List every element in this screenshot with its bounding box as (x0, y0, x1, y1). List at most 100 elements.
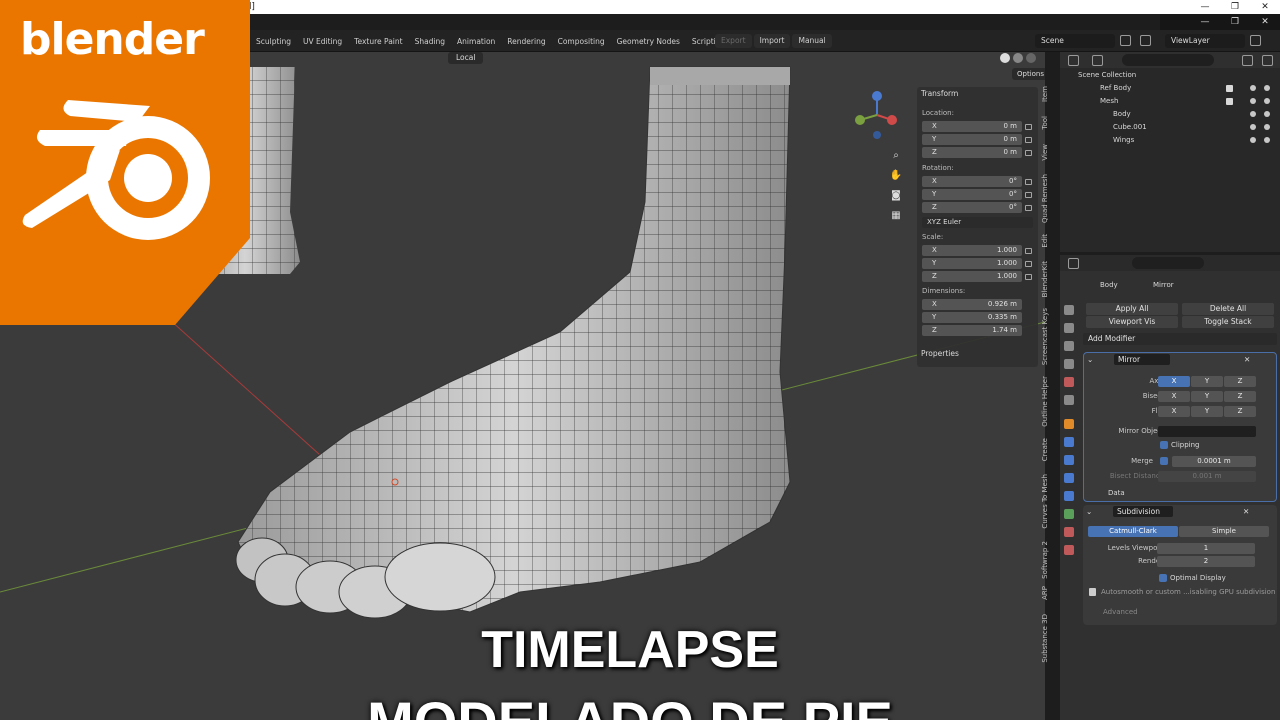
tab-edit[interactable]: Edit (1041, 234, 1055, 248)
physics-tab-icon[interactable] (1064, 473, 1074, 483)
eye-icon[interactable] (1250, 111, 1256, 117)
modifier-wrench-icon[interactable] (1064, 437, 1074, 447)
bisect-x-toggle[interactable]: X (1158, 391, 1190, 402)
outliner-item-mesh[interactable]: Mesh (1100, 95, 1118, 107)
render-tab-icon[interactable] (1064, 323, 1074, 333)
rotation-z-field[interactable]: Z 0° (922, 202, 1022, 213)
mirror-name-field[interactable]: Mirror (1114, 354, 1170, 365)
flip-z-toggle[interactable]: Z (1224, 406, 1256, 417)
texture-tab-icon[interactable] (1064, 545, 1074, 555)
merge-distance-field[interactable]: 0.0001 m (1172, 456, 1256, 467)
location-z-field[interactable]: Z0 m (922, 147, 1022, 158)
delete-scene-icon[interactable] (1140, 35, 1151, 46)
mirror-modifier-header[interactable]: ⌄ Mirror ✕ (1084, 353, 1278, 366)
merge-checkbox[interactable] (1160, 457, 1168, 465)
tab-compositing[interactable]: Compositing (552, 37, 611, 46)
axis-y-toggle[interactable]: Y (1191, 376, 1223, 387)
rendered-shading-icon[interactable] (1026, 53, 1036, 63)
eye-icon[interactable] (1250, 85, 1256, 91)
lock-icon[interactable] (1025, 261, 1032, 267)
tab-curves-to-mesh[interactable]: Curves To Mesh (1041, 474, 1055, 529)
lock-icon[interactable] (1025, 150, 1032, 156)
restore-icon[interactable]: ❐ (1220, 14, 1250, 30)
lock-icon[interactable] (1025, 124, 1032, 130)
viewlayer-selector[interactable]: ViewLayer (1165, 34, 1245, 48)
tab-tool[interactable]: Tool (1041, 116, 1055, 130)
collapse-chevron-icon[interactable]: ⌄ (1086, 505, 1092, 518)
dimensions-x-field[interactable]: X 0.926 m (922, 299, 1022, 310)
scale-x-field[interactable]: X 1.000 (922, 245, 1022, 256)
scene-selector[interactable]: Scene (1035, 34, 1115, 48)
close-icon[interactable]: ✕ (1250, 14, 1280, 30)
tab-quad-remesh[interactable]: Quad Remesh (1041, 174, 1055, 223)
location-x-field[interactable]: X0 m (922, 121, 1022, 132)
add-modifier-dropdown[interactable]: Add Modifier (1083, 333, 1277, 345)
import-button[interactable]: Import (753, 34, 791, 48)
data-tab-icon[interactable] (1064, 509, 1074, 519)
camera-render-icon[interactable] (1264, 85, 1270, 91)
lock-icon[interactable] (1025, 137, 1032, 143)
outliner-search-input[interactable] (1122, 54, 1214, 66)
tab-screencast-keys[interactable]: Screencast Keys (1041, 308, 1055, 365)
filter-icon[interactable] (1242, 55, 1253, 66)
tab-animation[interactable]: Animation (451, 37, 501, 46)
tab-create[interactable]: Create (1041, 438, 1055, 461)
exclude-checkbox[interactable] (1226, 98, 1233, 105)
tab-substance-3d[interactable]: Substance 3D (1041, 614, 1055, 663)
outliner-item-ref-body[interactable]: Ref Body (1100, 82, 1131, 94)
camera-render-icon[interactable] (1264, 98, 1270, 104)
bisect-z-toggle[interactable]: Z (1224, 391, 1256, 402)
options-dropdown[interactable]: Options (1012, 68, 1045, 80)
outliner-item-cube[interactable]: Cube.001 (1113, 121, 1147, 133)
tab-softwrap[interactable]: Softwrap 2 (1041, 541, 1055, 579)
outliner-item-wings[interactable]: Wings (1113, 134, 1134, 146)
transform-orientation-dropdown[interactable]: Local (448, 52, 484, 64)
dimensions-z-field[interactable]: Z 1.74 m (922, 325, 1022, 336)
exclude-checkbox[interactable] (1226, 85, 1233, 92)
material-shading-icon[interactable] (1013, 53, 1023, 63)
tab-outline-helper[interactable]: Outline Helper (1041, 376, 1055, 427)
view-layer-tab-icon[interactable] (1064, 359, 1074, 369)
subdivision-name-field[interactable]: Subdivision (1113, 506, 1173, 517)
outliner-scene-collection[interactable]: Scene Collection (1078, 69, 1136, 81)
scale-y-field[interactable]: Y 1.000 (922, 258, 1022, 269)
lock-icon[interactable] (1025, 205, 1032, 211)
new-viewlayer-icon[interactable] (1250, 35, 1261, 46)
delete-all-button[interactable]: Delete All (1182, 303, 1274, 315)
advanced-subpanel[interactable]: Advanced (1103, 606, 1138, 618)
camera-render-icon[interactable] (1264, 137, 1270, 143)
clipping-checkbox[interactable] (1160, 441, 1168, 449)
rotation-x-field[interactable]: X 0° (922, 176, 1022, 187)
location-y-field[interactable]: Y0 m (922, 134, 1022, 145)
close-icon[interactable]: ✕ (1243, 505, 1249, 518)
flip-y-toggle[interactable]: Y (1191, 406, 1223, 417)
lock-icon[interactable] (1025, 248, 1032, 254)
camera-render-icon[interactable] (1264, 111, 1270, 117)
properties-search-input[interactable] (1132, 257, 1204, 269)
toggle-stack-button[interactable]: Toggle Stack (1182, 316, 1274, 328)
lock-icon[interactable] (1025, 274, 1032, 280)
lock-icon[interactable] (1025, 179, 1032, 185)
tab-sculpting[interactable]: Sculpting (250, 37, 297, 46)
editor-type-icon[interactable] (1068, 55, 1079, 66)
restore-icon[interactable]: ❐ (1220, 0, 1250, 14)
material-tab-icon[interactable] (1064, 527, 1074, 537)
apply-all-button[interactable]: Apply All (1086, 303, 1178, 315)
tab-uv-editing[interactable]: UV Editing (297, 37, 348, 46)
scene-tab-icon[interactable] (1064, 377, 1074, 387)
close-icon[interactable]: ✕ (1244, 353, 1250, 366)
export-button[interactable]: Export (715, 34, 752, 48)
camera-render-icon[interactable] (1264, 124, 1270, 130)
tab-blenderkit[interactable]: BlenderKit (1041, 261, 1055, 297)
tab-texture-paint[interactable]: Texture Paint (348, 37, 408, 46)
tab-arp[interactable]: ARP (1041, 586, 1055, 600)
close-icon[interactable]: ✕ (1250, 0, 1280, 14)
tab-geometry-nodes[interactable]: Geometry Nodes (611, 37, 686, 46)
tool-tab-icon[interactable] (1064, 305, 1074, 315)
flip-x-toggle[interactable]: X (1158, 406, 1190, 417)
simple-toggle[interactable]: Simple (1179, 526, 1269, 537)
new-collection-icon[interactable] (1262, 55, 1273, 66)
tab-item[interactable]: Item (1041, 86, 1055, 102)
properties-header[interactable]: Properties (921, 349, 959, 358)
data-subpanel[interactable]: Data (1108, 487, 1125, 499)
